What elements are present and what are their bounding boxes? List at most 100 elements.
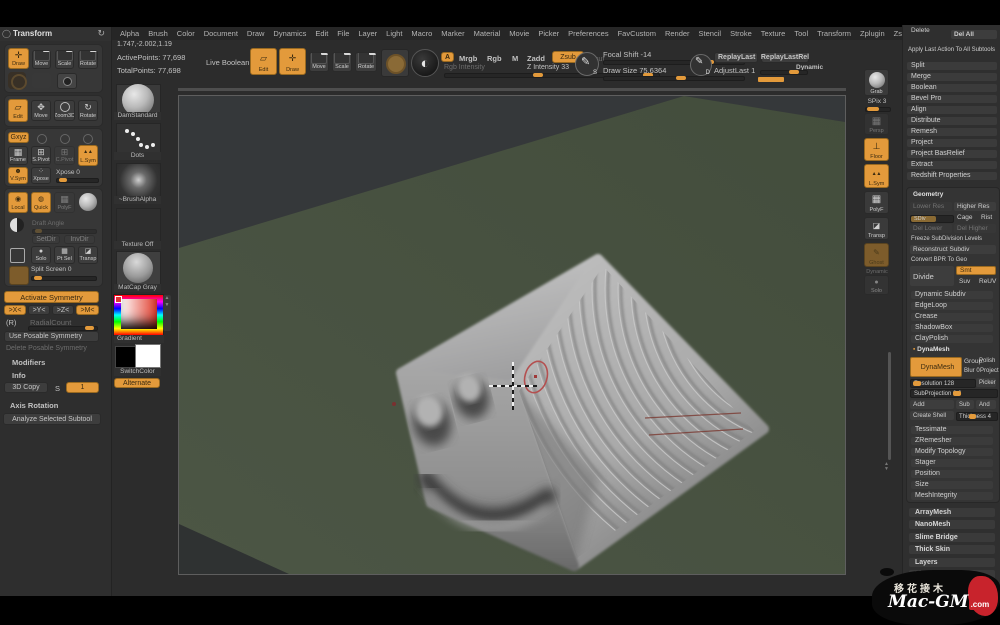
lower-res-button[interactable]: Lower Res — [910, 202, 952, 211]
brush-thumbnail-damstandard[interactable] — [116, 84, 161, 116]
menu-item[interactable]: Layer — [358, 29, 377, 38]
xpose-slider[interactable] — [56, 178, 99, 183]
dynamesh-title[interactable]: ▪ DynaMesh — [913, 346, 950, 353]
solo-button[interactable]: ● Solo — [31, 246, 51, 264]
saturation-square[interactable] — [121, 299, 157, 329]
geometry-title[interactable]: Geometry — [913, 191, 943, 198]
blur-knob[interactable]: Blur 0 — [964, 368, 980, 374]
delete-posable-symmetry-button[interactable]: Delete Posable Symmetry — [6, 345, 87, 352]
convert-bpr-button[interactable]: Convert BPR To Geo — [911, 257, 967, 263]
pt-sel-button[interactable]: ▦ Pt Sel — [54, 246, 75, 264]
frame-button[interactable]: ▦ Frame — [8, 146, 28, 165]
axis-rotation-label[interactable]: Axis Rotation — [10, 401, 58, 410]
menu-item[interactable]: Brush — [148, 29, 168, 38]
stroke-picker-button[interactable]: ✎ S — [575, 52, 599, 76]
move-pointer-button[interactable]: MMove — [32, 50, 51, 69]
freeze-subdiv-button[interactable]: Freeze SubDivision Levels — [911, 236, 982, 242]
polyf-button[interactable]: ▦ PolyF — [54, 192, 75, 213]
replay-last-rel-button[interactable]: ReplayLastRel — [761, 52, 809, 63]
divide-button[interactable]: Divide — [910, 266, 954, 286]
cube-icon[interactable] — [10, 248, 25, 263]
magnifier-icon[interactable] — [83, 134, 93, 144]
mrgb-button[interactable]: Mrgb — [459, 54, 477, 63]
rgb-button[interactable]: Rgb — [487, 54, 502, 63]
scrollbar-arrows[interactable]: ▲ ▼ — [884, 462, 889, 472]
menu-item[interactable]: Preferences — [568, 29, 608, 38]
transp-strip-button[interactable]: ◪ Transp — [864, 217, 889, 240]
cage-button[interactable]: Cage — [957, 214, 973, 221]
alternate-button[interactable]: Alternate — [114, 378, 160, 388]
tool-action[interactable]: Project BasRelief — [907, 150, 997, 158]
alpha-thumbnail[interactable] — [116, 163, 161, 197]
draft-icon[interactable] — [10, 218, 24, 232]
use-posable-symmetry-button[interactable]: Use Posable Symmetry — [4, 331, 99, 342]
a-badge-button[interactable]: A — [441, 52, 454, 62]
tool-action[interactable]: Remesh — [907, 128, 997, 136]
tool-action[interactable]: Bevel Pro — [907, 95, 997, 103]
edit-object-button[interactable]: ▱ Edit — [8, 99, 28, 122]
suv-toggle[interactable]: Suv — [959, 278, 970, 285]
draft-angle-slider[interactable] — [32, 229, 97, 234]
color-picker[interactable] — [113, 294, 164, 336]
add-button[interactable]: Add — [910, 400, 954, 409]
menu-item[interactable]: Texture — [761, 29, 786, 38]
tool-action[interactable]: Boolean — [907, 84, 997, 92]
resolution-slider[interactable]: Resolution 128 — [910, 379, 976, 388]
geometry-item[interactable]: ZRemesher — [911, 437, 993, 445]
floor-button[interactable]: ⊥ Floor — [864, 138, 889, 161]
tool-section[interactable]: Slime Bridge — [909, 532, 995, 542]
rgb-intensity-handle[interactable] — [533, 73, 543, 77]
geometry-item[interactable]: EdgeLoop — [911, 302, 993, 310]
rotate-pointer-button[interactable]: RRotate — [78, 50, 98, 69]
menu-item[interactable]: Dynamics — [273, 29, 306, 38]
panel-collapse-handle[interactable]: ▲ ▼ — [163, 295, 171, 331]
m-button[interactable]: M — [512, 54, 518, 63]
brush-circle-icon[interactable] — [8, 72, 27, 90]
thickness-slider[interactable]: Thickness 4 — [956, 412, 998, 421]
tool-section[interactable]: Thick Skin — [909, 545, 995, 554]
menu-item[interactable]: Edit — [315, 29, 328, 38]
tool-section[interactable]: Layers — [909, 557, 995, 567]
live-boolean-button[interactable]: Live Boolean — [206, 58, 249, 67]
menu-item[interactable]: Tool — [794, 29, 808, 38]
picker-button[interactable]: Picker — [976, 378, 996, 387]
split-screen-slider[interactable] — [31, 276, 97, 281]
adjust-last-slider[interactable] — [760, 70, 808, 75]
geometry-item[interactable]: Modify Topology — [911, 448, 993, 456]
del-lower-button[interactable]: Del Lower — [910, 224, 952, 233]
menu-item[interactable]: Stroke — [730, 29, 752, 38]
current-material-button[interactable]: ◐ — [411, 49, 439, 77]
ghost-button[interactable] — [9, 266, 29, 285]
sub-button[interactable]: Sub — [956, 400, 974, 409]
apply-last-action[interactable]: Apply Last Action To All Subtools — [908, 47, 1000, 53]
zoom3d-button[interactable]: Zoom3D — [54, 100, 75, 121]
v-sym-button[interactable]: ☻ V.Sym — [8, 167, 28, 184]
texture-thumbnail[interactable] — [116, 208, 161, 242]
move-canvas-button[interactable]: ✥ Move — [31, 100, 51, 121]
geometry-item[interactable]: Stager — [911, 459, 993, 467]
geometry-item[interactable]: Tessimate — [911, 426, 993, 434]
menu-item[interactable]: Alpha — [120, 29, 139, 38]
invdir-button[interactable]: InvDir — [64, 235, 95, 244]
polish-toggle[interactable]: Polish — [979, 358, 995, 364]
replay-last-button[interactable]: ReplayLast — [714, 52, 758, 63]
quick-button[interactable]: ◍ Quick — [31, 192, 51, 213]
tool-action[interactable]: Project — [907, 139, 997, 147]
camera-icon[interactable] — [57, 73, 77, 89]
ghost-strip-button[interactable]: ✎ Ghost — [864, 243, 889, 267]
and-button[interactable]: And — [976, 400, 996, 409]
solo-strip-button[interactable]: ● Solo — [864, 275, 889, 295]
copy3d-button[interactable]: 3D Copy — [4, 382, 48, 393]
tool-action[interactable]: Redshift Properties — [907, 172, 997, 180]
canvas-top-scrollbar[interactable] — [178, 88, 846, 91]
menu-item[interactable]: Macro — [411, 29, 432, 38]
tool-section[interactable]: NanoMesh — [909, 520, 995, 529]
setdir-button[interactable]: SetDir — [32, 235, 60, 244]
menu-item[interactable]: Render — [665, 29, 690, 38]
transp-button[interactable]: ◪ Transp — [78, 246, 98, 264]
edit-button[interactable]: ▱ Edit — [250, 48, 277, 75]
del-all-button[interactable]: Del All — [951, 30, 997, 39]
polyf-strip-button[interactable]: ▦ PolyF — [864, 191, 889, 214]
sym-y-button[interactable]: >Y< — [28, 305, 50, 315]
magnifier-icon[interactable] — [60, 134, 70, 144]
